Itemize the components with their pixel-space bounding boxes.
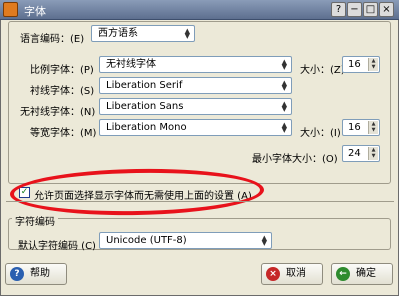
- updown-arrow-icon: ▲ ▼: [281, 121, 287, 134]
- cancel-button-label: 取消: [286, 268, 306, 279]
- language-select[interactable]: 西方语系 ▲ ▼: [91, 25, 195, 42]
- title-bar: 字体 ? − □ ×: [0, 0, 399, 20]
- sans-value: Liberation Sans: [106, 101, 184, 112]
- help-title-button[interactable]: ?: [331, 2, 346, 17]
- updown-arrow-icon: ▲ ▼: [281, 100, 287, 113]
- ok-button[interactable]: ← 确定: [331, 263, 393, 285]
- mono-label: 等宽字体：(M): [30, 128, 97, 139]
- mono-size-spinner[interactable]: 16 ▲ ▼: [342, 119, 380, 136]
- mono-size-value: 16: [348, 122, 361, 133]
- sans-label: 无衬线字体：(N): [20, 107, 96, 118]
- divider: [6, 201, 394, 202]
- serif-value: Liberation Serif: [106, 80, 183, 91]
- min-size-value: 24: [348, 148, 361, 159]
- updown-arrow-icon: ▲ ▼: [184, 27, 190, 40]
- cancel-icon: ×: [266, 267, 280, 281]
- serif-select[interactable]: Liberation Serif ▲ ▼: [99, 77, 292, 94]
- updown-arrow-icon: ▲ ▼: [281, 79, 287, 92]
- minimize-button[interactable]: −: [347, 2, 362, 17]
- language-value: 西方语系: [98, 28, 138, 39]
- default-charset-select[interactable]: Unicode (UTF-8) ▲ ▼: [99, 232, 272, 249]
- window-title: 字体: [24, 5, 46, 18]
- close-button[interactable]: ×: [379, 2, 394, 17]
- proportional-value: 无衬线字体: [106, 59, 156, 70]
- mono-select[interactable]: Liberation Mono ▲ ▼: [99, 119, 292, 136]
- cancel-button[interactable]: × 取消: [261, 263, 323, 285]
- default-charset-label: 默认字符编码 (C): [18, 241, 96, 252]
- help-button[interactable]: ? 帮助: [5, 263, 67, 285]
- min-size-label: 最小字体大小：(O): [252, 154, 338, 165]
- updown-arrow-icon: ▲ ▼: [281, 58, 287, 71]
- help-icon: ?: [10, 267, 24, 281]
- maximize-button[interactable]: □: [363, 2, 378, 17]
- min-size-spinner[interactable]: 24 ▲ ▼: [342, 145, 380, 162]
- ok-icon: ←: [336, 267, 350, 281]
- firefox-icon: [3, 2, 18, 17]
- sans-select[interactable]: Liberation Sans ▲ ▼: [99, 98, 292, 115]
- size-spinner[interactable]: 16 ▲ ▼: [342, 56, 380, 73]
- serif-label: 衬线字体：(S): [30, 86, 95, 97]
- proportional-select[interactable]: 无衬线字体 ▲ ▼: [99, 56, 292, 73]
- mono-size-label: 大小：(I): [300, 128, 341, 139]
- ok-button-label: 确定: [356, 268, 376, 279]
- proportional-label: 比例字体：(P): [30, 65, 94, 76]
- spinner-arrows-icon[interactable]: ▲ ▼: [368, 147, 378, 160]
- default-charset-value: Unicode (UTF-8): [106, 235, 187, 246]
- size-label: 大小：(Z): [300, 65, 345, 76]
- help-button-label: 帮助: [30, 268, 50, 279]
- language-label: 语言编码：(E): [20, 34, 85, 45]
- spinner-arrows-icon[interactable]: ▲ ▼: [368, 121, 378, 134]
- charset-group-title: 字符编码: [12, 213, 58, 228]
- spinner-arrows-icon[interactable]: ▲ ▼: [368, 58, 378, 71]
- size-value: 16: [348, 59, 361, 70]
- mono-value: Liberation Mono: [106, 122, 187, 133]
- updown-arrow-icon: ▲ ▼: [261, 234, 267, 247]
